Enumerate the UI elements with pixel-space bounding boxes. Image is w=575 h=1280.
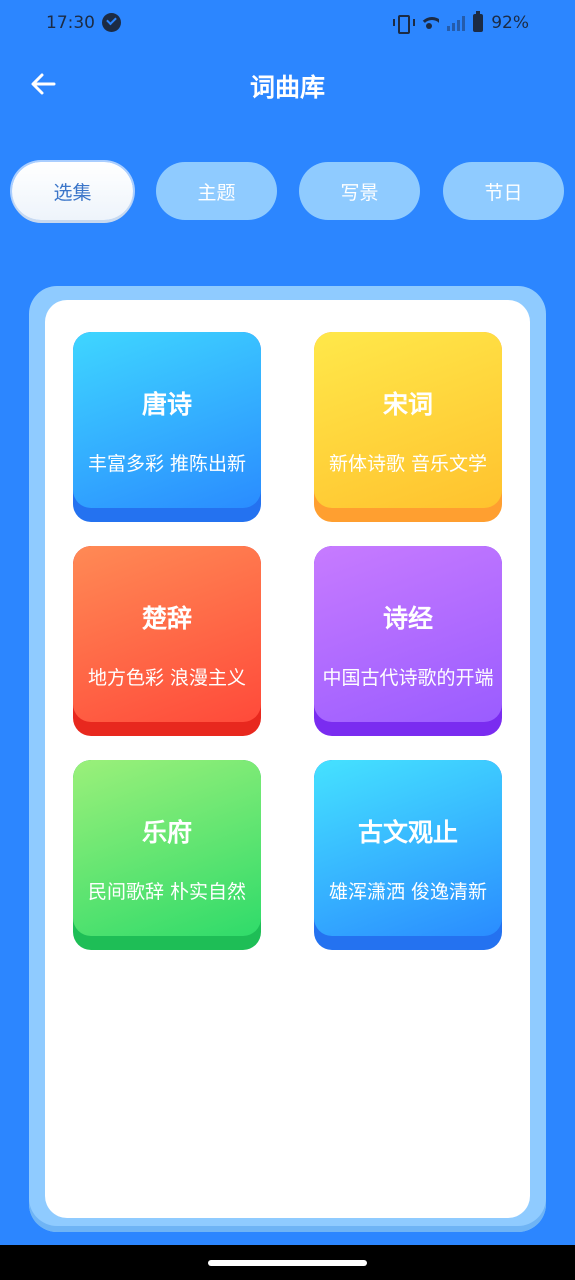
status-bar: 17:30 92% <box>0 0 575 48</box>
card-guwen-guanzhi[interactable]: 古文观止 雄浑潇洒 俊逸清新 <box>314 760 502 950</box>
library-grid: 唐诗 丰富多彩 推陈出新 宋词 新体诗歌 音乐文学 楚辞 地方色彩 浪漫主义 诗… <box>45 300 530 1218</box>
status-time: 17:30 <box>46 13 95 33</box>
wifi-icon <box>419 15 440 31</box>
tab-festival[interactable]: 节日 <box>443 162 564 220</box>
vibrate-icon <box>393 14 416 34</box>
card-title: 楚辞 <box>141 604 192 633</box>
check-circle-icon <box>102 13 121 32</box>
card-subtitle: 丰富多彩 推陈出新 <box>87 453 247 475</box>
battery-icon <box>473 11 484 32</box>
card-song-ci[interactable]: 宋词 新体诗歌 音乐文学 <box>314 332 502 522</box>
app-header: 词曲库 <box>0 48 575 120</box>
card-title: 诗经 <box>382 604 433 633</box>
library-panel: 唐诗 丰富多彩 推陈出新 宋词 新体诗歌 音乐文学 楚辞 地方色彩 浪漫主义 诗… <box>29 286 546 1232</box>
card-subtitle: 中国古代诗歌的开端 <box>322 667 494 689</box>
card-title: 宋词 <box>382 390 433 419</box>
card-title: 乐府 <box>141 818 192 847</box>
card-subtitle: 民间歌辞 朴实自然 <box>87 881 247 903</box>
battery-percent: 92% <box>491 13 529 33</box>
tab-theme[interactable]: 主题 <box>156 162 277 220</box>
signal-icon <box>447 15 466 31</box>
card-subtitle: 地方色彩 浪漫主义 <box>87 667 247 689</box>
system-nav-bar <box>0 1245 575 1280</box>
page-title: 词曲库 <box>249 73 325 102</box>
status-icons: 92% <box>393 11 529 34</box>
card-subtitle: 新体诗歌 音乐文学 <box>328 453 488 475</box>
tab-scenery[interactable]: 写景 <box>299 162 420 220</box>
category-tabs: 选集 主题 写景 节日 <box>12 162 564 220</box>
tab-selection[interactable]: 选集 <box>12 162 133 220</box>
card-tang-poetry[interactable]: 唐诗 丰富多彩 推陈出新 <box>73 332 261 522</box>
home-indicator[interactable] <box>208 1260 367 1266</box>
card-subtitle: 雄浑潇洒 俊逸清新 <box>328 881 488 903</box>
card-title: 古文观止 <box>357 818 458 847</box>
card-yuefu[interactable]: 乐府 民间歌辞 朴实自然 <box>73 760 261 950</box>
card-title: 唐诗 <box>141 390 192 419</box>
card-chu-ci[interactable]: 楚辞 地方色彩 浪漫主义 <box>73 546 261 736</box>
card-shijing[interactable]: 诗经 中国古代诗歌的开端 <box>314 546 502 736</box>
